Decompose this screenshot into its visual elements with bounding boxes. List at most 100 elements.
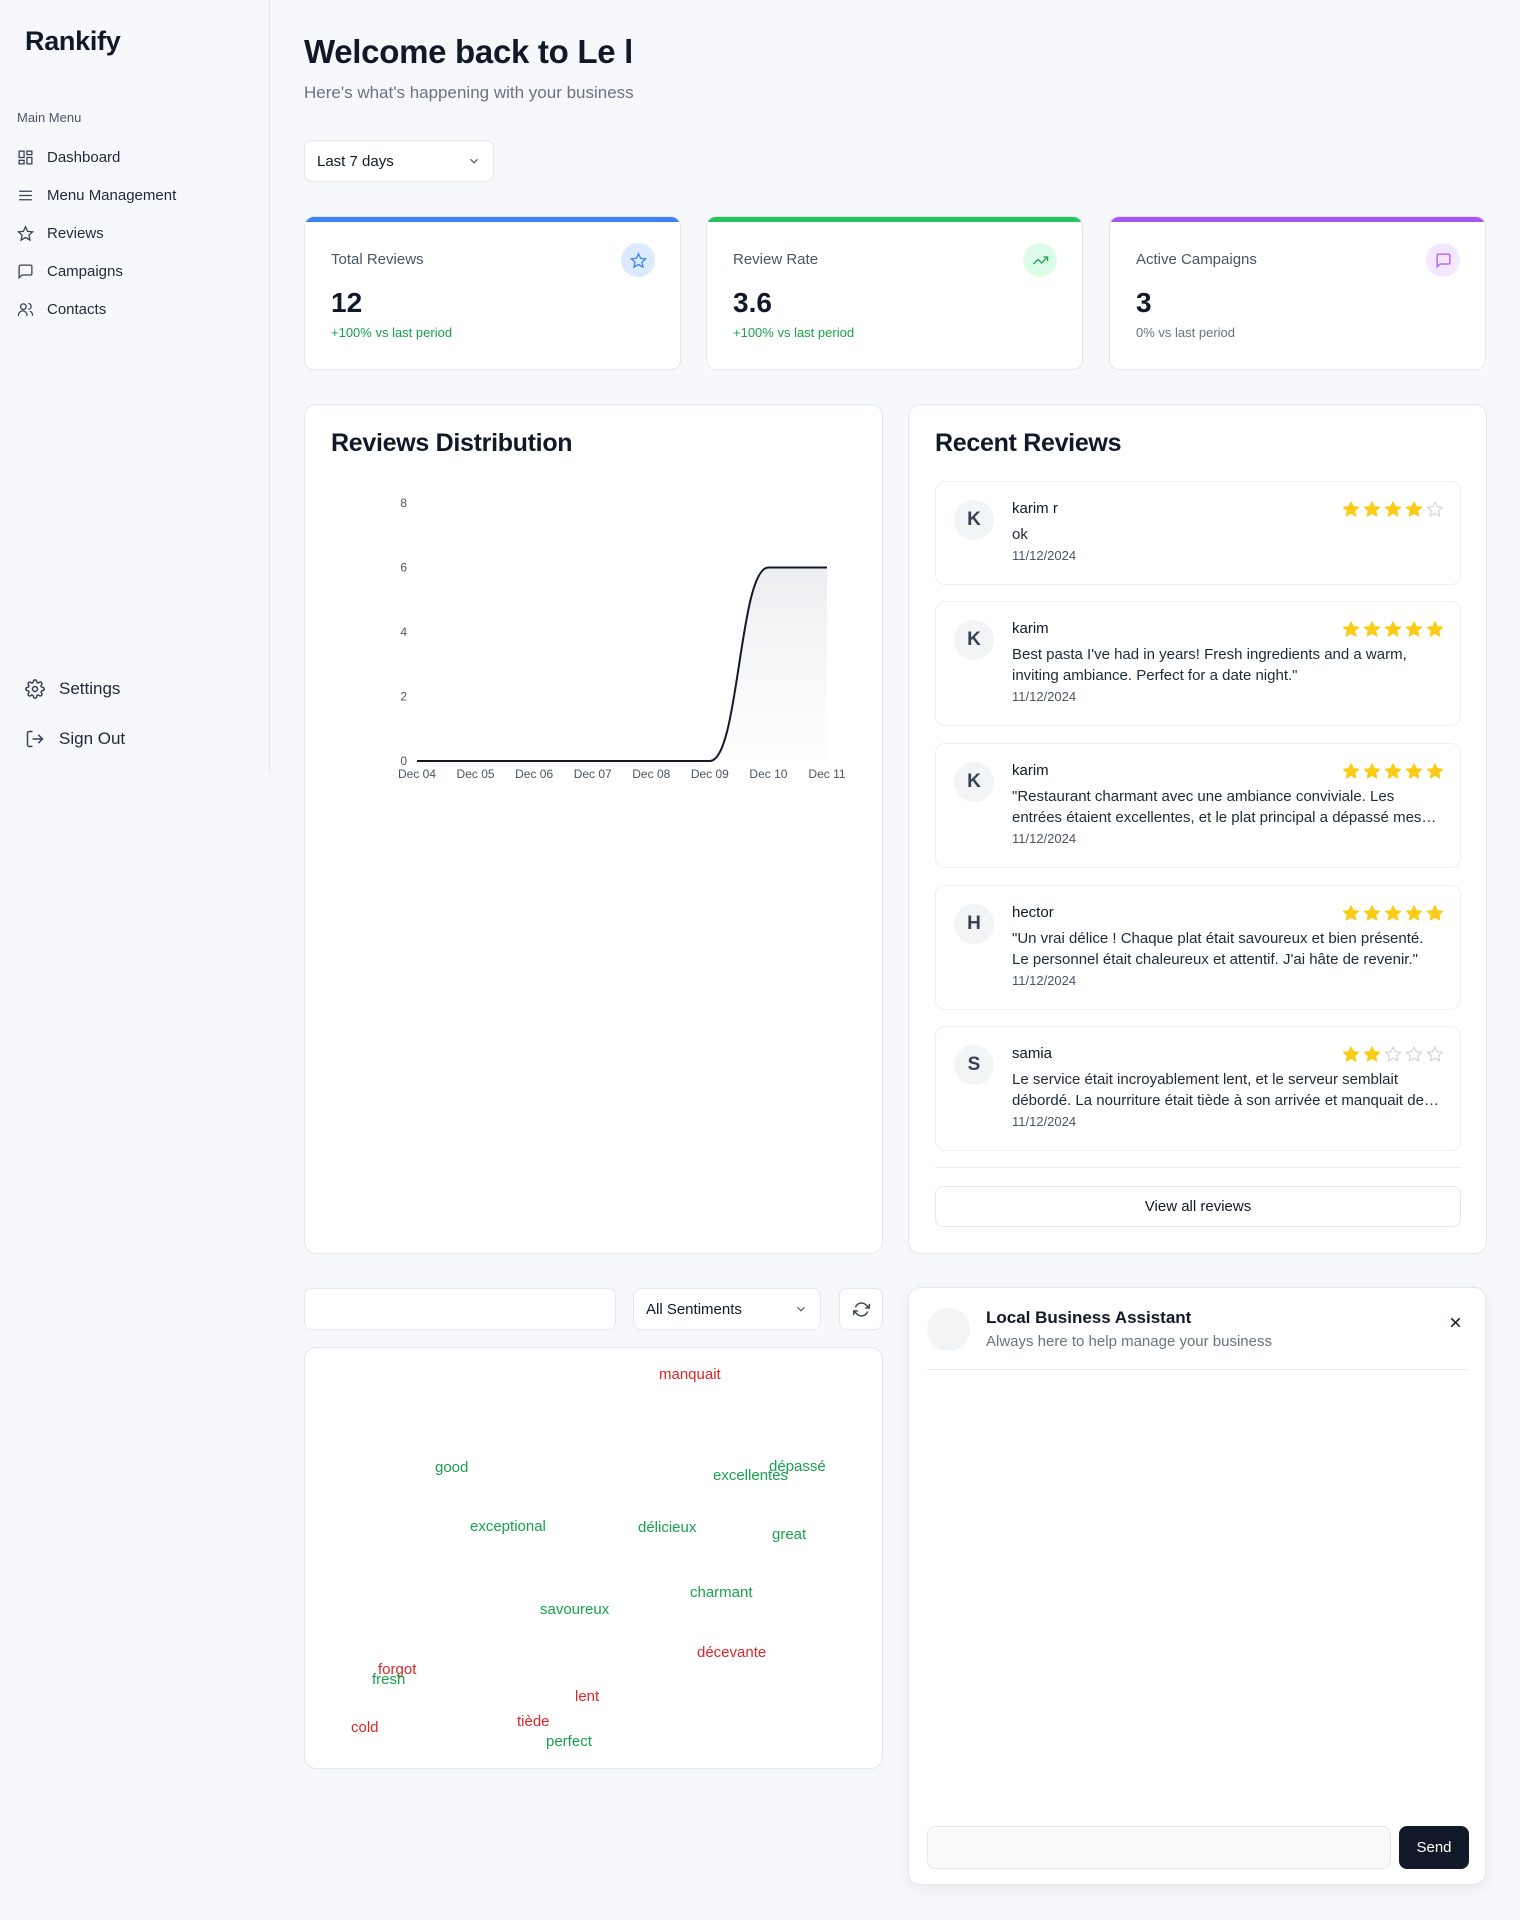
divider: [927, 1369, 1467, 1370]
word-cloud-term[interactable]: délicieux: [638, 1519, 696, 1536]
x-tick-label: Dec 04: [398, 767, 436, 781]
stat-card-active-campaigns: Active Campaigns 3 0% vs last period: [1109, 216, 1486, 370]
word-cloud-term[interactable]: exceptional: [470, 1518, 546, 1535]
review-text: "Un vrai délice ! Chaque plat était savo…: [1012, 930, 1424, 968]
word-cloud-term[interactable]: perfect: [546, 1733, 592, 1750]
review-text: "Restaurant charmant avec une ambiance c…: [1012, 788, 1422, 826]
stat-accent-bar: [305, 217, 680, 222]
star-filled-icon: [1405, 763, 1423, 779]
sidebar-item-dashboard[interactable]: Dashboard: [17, 138, 257, 176]
y-tick-label: 4: [400, 625, 407, 639]
word-cloud-term[interactable]: décevante: [697, 1644, 766, 1661]
star-icon: [621, 243, 655, 277]
close-button[interactable]: [1443, 1310, 1467, 1334]
star-filled-icon: [1384, 763, 1402, 779]
review-item[interactable]: Kkarim "Restaurant charmant avec une ambi…: [935, 743, 1461, 868]
chart-area-fill: [417, 567, 827, 761]
brand-logo[interactable]: Rankify: [25, 26, 121, 57]
reviewer-avatar: H: [954, 904, 994, 944]
assistant-subtitle: Always here to help manage your business: [986, 1333, 1272, 1350]
reviewer-name: karim: [1012, 620, 1049, 637]
star-filled-icon: [1405, 621, 1423, 637]
star-filled-icon: [1342, 763, 1360, 779]
gear-icon: [25, 679, 45, 699]
review-item[interactable]: Kkarim r ok 11/12/2024: [935, 481, 1461, 585]
review-text: ok: [1012, 526, 1028, 543]
sidebar-item-settings[interactable]: Settings: [25, 664, 255, 714]
word-cloud-term[interactable]: charmant: [690, 1584, 753, 1601]
chat-messages: [927, 1372, 1467, 1807]
word-cloud-term[interactable]: manquait: [659, 1366, 721, 1383]
star-filled-icon: [1426, 763, 1444, 779]
sentiment-select-value: All Sentiments: [646, 1300, 742, 1318]
stat-change: +100% vs last period: [733, 325, 855, 340]
star-rating: [1342, 1045, 1444, 1063]
word-cloud-term[interactable]: tiède: [517, 1713, 550, 1730]
sidebar-item-reviews[interactable]: Reviews: [17, 214, 257, 252]
sentiment-select[interactable]: All Sentiments: [633, 1288, 821, 1330]
star-filled-icon: [1426, 905, 1444, 921]
star-empty-icon: [1384, 1046, 1402, 1062]
close-icon: [1450, 1317, 1460, 1327]
view-all-reviews-button[interactable]: View all reviews: [935, 1186, 1461, 1227]
period-select[interactable]: Last 7 days: [304, 140, 494, 182]
stat-label: Active Campaigns: [1136, 251, 1257, 268]
page-subtitle: Here's what's happening with your busine…: [304, 83, 634, 102]
reviewer-name: hector: [1012, 904, 1054, 921]
word-cloud-term[interactable]: great: [772, 1526, 806, 1543]
send-button[interactable]: Send: [1399, 1826, 1469, 1869]
word-cloud-term[interactable]: cold: [351, 1719, 379, 1736]
star-empty-icon: [1405, 1046, 1423, 1062]
review-date: 11/12/2024: [1012, 973, 1077, 988]
sidebar-item-contacts[interactable]: Contacts: [17, 290, 257, 328]
review-date: 11/12/2024: [1012, 831, 1077, 846]
review-item[interactable]: Ssamia Le service était incroyablement le…: [935, 1026, 1461, 1151]
sidebar-item-campaigns[interactable]: Campaigns: [17, 252, 257, 290]
star-rating: [1342, 500, 1444, 518]
y-tick-label: 6: [400, 561, 407, 575]
x-tick-label: Dec 06: [515, 767, 553, 781]
reviewer-avatar: K: [954, 762, 994, 802]
main-menu-label: Main Menu: [17, 110, 82, 125]
chevron-down-icon: [797, 1306, 805, 1312]
x-tick-label: Dec 09: [691, 767, 729, 781]
star-filled-icon: [1363, 1046, 1381, 1062]
word-cloud-term[interactable]: dépassé: [769, 1458, 826, 1475]
star-filled-icon: [1342, 501, 1360, 517]
star-rating: [1342, 620, 1444, 638]
word-cloud-term[interactable]: good: [435, 1459, 468, 1476]
keyword-search-input[interactable]: [304, 1288, 616, 1330]
menu-icon: [19, 190, 32, 200]
log-out-icon: [26, 730, 44, 748]
word-cloud-term[interactable]: lent: [575, 1688, 599, 1705]
word-cloud-term[interactable]: fresh: [372, 1671, 405, 1688]
stat-card-review-rate: Review Rate 3.6 +100% vs last period: [706, 216, 1083, 370]
sidebar-item-menu-management[interactable]: Menu Management: [17, 176, 257, 214]
refresh-button[interactable]: [839, 1288, 883, 1330]
reviewer-avatar: K: [954, 500, 994, 540]
review-item[interactable]: Hhector "Un vrai délice ! Chaque plat éta…: [935, 885, 1461, 1010]
stat-change: 0% vs last period: [1136, 325, 1235, 340]
stat-value: 3.6: [733, 287, 772, 318]
users-icon: [17, 302, 34, 316]
sidebar-item-label: Settings: [59, 679, 121, 698]
x-tick-label: Dec 11: [808, 767, 845, 781]
review-text: Le service était incroyablement lent, et…: [1012, 1071, 1424, 1109]
assistant-chat-panel: Local Business Assistant Always here to …: [908, 1287, 1486, 1885]
sidebar-item-sign-out[interactable]: Sign Out: [25, 714, 255, 764]
chevron-down-icon: [470, 158, 478, 164]
page-title: Welcome back to Le l: [304, 33, 633, 70]
recent-reviews-card: Recent Reviews Kkarim r ok 11/12/2024 Kkari…: [908, 404, 1487, 1254]
distribution-chart: 0 2 4 6 8 Dec 04 Dec 05 Dec 06 Dec 07 Dec 08 Dec 0…: [398, 496, 846, 781]
reviewer-name: samia: [1012, 1045, 1053, 1062]
star-filled-icon: [1363, 621, 1381, 637]
chat-message-input[interactable]: [927, 1826, 1391, 1869]
star-filled-icon: [1384, 501, 1402, 517]
word-cloud-term[interactable]: savoureux: [540, 1601, 609, 1618]
sidebar-item-label: Campaigns: [47, 262, 123, 280]
stat-value: 12: [331, 287, 363, 318]
review-item[interactable]: Kkarim Best pasta I've had in years! Fres…: [935, 601, 1461, 726]
reviewer-name: karim: [1012, 762, 1049, 779]
recent-reviews-title: Recent Reviews: [935, 429, 1122, 457]
stat-label: Total Reviews: [331, 251, 424, 268]
